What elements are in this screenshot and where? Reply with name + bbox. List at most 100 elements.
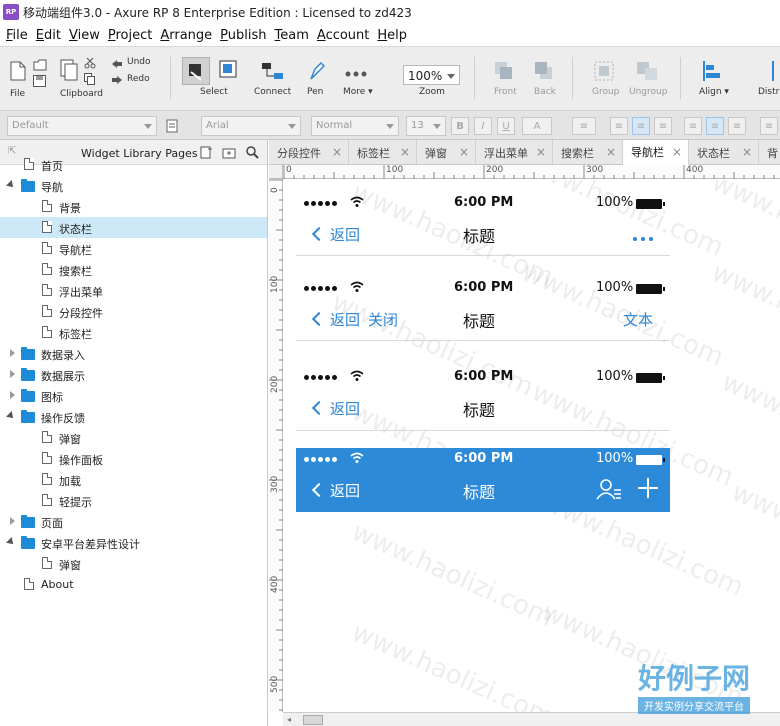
underline-button[interactable]: U [497,117,515,135]
copy-icon[interactable] [84,73,96,85]
valign-top-button[interactable]: ≡ [684,117,702,135]
tree-folder[interactable]: 图标 [0,385,267,406]
collapsed-arrow-icon[interactable] [10,517,15,525]
close-icon[interactable]: × [536,145,546,159]
horizontal-scrollbar[interactable]: ◂ [283,712,780,726]
page-tab[interactable]: 导航栏 × [623,140,689,165]
close-icon[interactable]: × [606,145,616,159]
close-button[interactable]: 关闭 [368,309,398,330]
tree-page[interactable]: 状态栏 [0,217,267,238]
tree-page[interactable]: 标签栏 [0,322,267,343]
bold-button[interactable]: B [451,117,469,135]
page-tab[interactable]: 浮出菜单 × [476,140,553,165]
navigation-bar[interactable]: 6:00 PM 100% 返回 标题 [296,448,670,512]
distribute-label[interactable]: Distri [758,87,780,97]
tree-folder[interactable]: 页面 [0,511,267,532]
undo-icon[interactable] [111,59,123,69]
scroll-left-icon[interactable]: ◂ [287,715,291,724]
italic-button[interactable]: I [474,117,492,135]
open-folder-icon[interactable] [33,59,47,71]
font-color-button[interactable]: A [522,117,552,135]
valign-bottom-button[interactable]: ≡ [728,117,746,135]
scrollbar-thumb[interactable] [303,715,323,725]
close-icon[interactable]: × [672,145,682,159]
design-canvas[interactable]: www.haolizi.com www.haolizi.com www.haoliz… [284,180,780,712]
select-label[interactable]: Select [200,87,228,97]
back-chevron-icon[interactable] [311,311,327,327]
redo-icon[interactable] [111,75,123,85]
expanded-arrow-icon[interactable] [6,180,16,190]
align-center-button[interactable]: ≡ [632,117,650,135]
navigation-bar[interactable]: 6:00 PM 100% 返回 关闭 标题 文本 [296,279,670,341]
file-icon[interactable] [10,61,26,81]
collapsed-arrow-icon[interactable] [10,349,15,357]
distribute-icon[interactable] [766,61,780,81]
page-tab[interactable]: 分段控件 × [269,140,349,165]
back-button[interactable]: 返回 [330,398,360,419]
navigation-bar[interactable]: 6:00 PM 100% 返回 标题 [296,368,670,431]
back-button[interactable]: 返回 [330,224,360,245]
close-icon[interactable]: × [332,145,342,159]
page-tab[interactable]: 弹窗 × [417,140,476,165]
pen-icon[interactable] [307,61,326,81]
style-editor-icon[interactable] [166,119,180,133]
tree-page[interactable]: 导航栏 [0,238,267,259]
font-size-select[interactable]: 13 [406,116,446,136]
collapsed-arrow-icon[interactable] [10,391,15,399]
menu-team[interactable]: Team [271,28,313,43]
tree-page[interactable]: 加载 [0,469,267,490]
tree-folder[interactable]: 操作反馈 [0,406,267,427]
menu-edit[interactable]: Edit [32,28,65,43]
page-tab[interactable]: 标签栏 × [349,140,417,165]
more-icon[interactable] [345,67,367,77]
tree-page[interactable]: 浮出菜单 [0,280,267,301]
redo-label[interactable]: Redo [127,74,150,84]
page-tab[interactable]: 背 [759,140,780,165]
right-text-button[interactable]: 文本 [623,309,653,330]
align-icon[interactable] [702,61,722,81]
back-chevron-icon[interactable] [311,400,327,416]
menu-project[interactable]: Project [104,28,157,43]
expanded-arrow-icon[interactable] [6,411,16,421]
close-icon[interactable]: × [459,145,469,159]
page-tab[interactable]: 搜索栏 × [553,140,623,165]
tree-folder[interactable]: 导航 [0,175,267,196]
menu-account[interactable]: Account [313,28,374,43]
font-weight-select[interactable]: Normal [311,116,399,136]
tree-page[interactable]: 弹窗 [0,553,267,574]
close-icon[interactable]: × [400,145,410,159]
menu-publish[interactable]: Publish [216,28,270,43]
back-chevron-icon[interactable] [311,226,327,242]
user-list-icon[interactable] [596,478,622,504]
undo-label[interactable]: Undo [127,57,151,67]
tree-page[interactable]: 首页 [0,154,267,175]
tree-page[interactable]: 弹窗 [0,427,267,448]
select-contained-icon[interactable] [218,59,240,81]
expanded-arrow-icon[interactable] [6,537,16,547]
font-family-select[interactable]: Arial [201,116,301,136]
connect-label[interactable]: Connect [254,87,291,97]
tree-page[interactable]: 分段控件 [0,301,267,322]
tree-page[interactable]: About [0,574,267,595]
align-label[interactable]: Align ▾ [699,87,729,97]
more-icon[interactable] [632,228,654,246]
file-label[interactable]: File [10,89,25,99]
tree-page[interactable]: 操作面板 [0,448,267,469]
back-button[interactable]: 返回 [330,480,360,501]
back-chevron-icon[interactable] [311,482,327,498]
tree-folder[interactable]: 数据录入 [0,343,267,364]
align-right-button[interactable]: ≡ [654,117,672,135]
menu-arrange[interactable]: Arrange [156,28,216,43]
close-icon[interactable]: × [742,145,752,159]
bullet-list-button[interactable]: ≡ [572,117,596,135]
valign-middle-button[interactable]: ≡ [706,117,724,135]
menu-help[interactable]: Help [373,28,411,43]
save-icon[interactable] [33,75,46,87]
page-tab[interactable]: 状态栏 × [689,140,759,165]
tree-folder[interactable]: 数据展示 [0,364,267,385]
zoom-select[interactable]: 100% [403,65,460,85]
paste-icon[interactable] [60,59,78,81]
tree-page[interactable]: 搜索栏 [0,259,267,280]
collapsed-arrow-icon[interactable] [10,370,15,378]
padding-button[interactable]: ≡ [760,117,778,135]
